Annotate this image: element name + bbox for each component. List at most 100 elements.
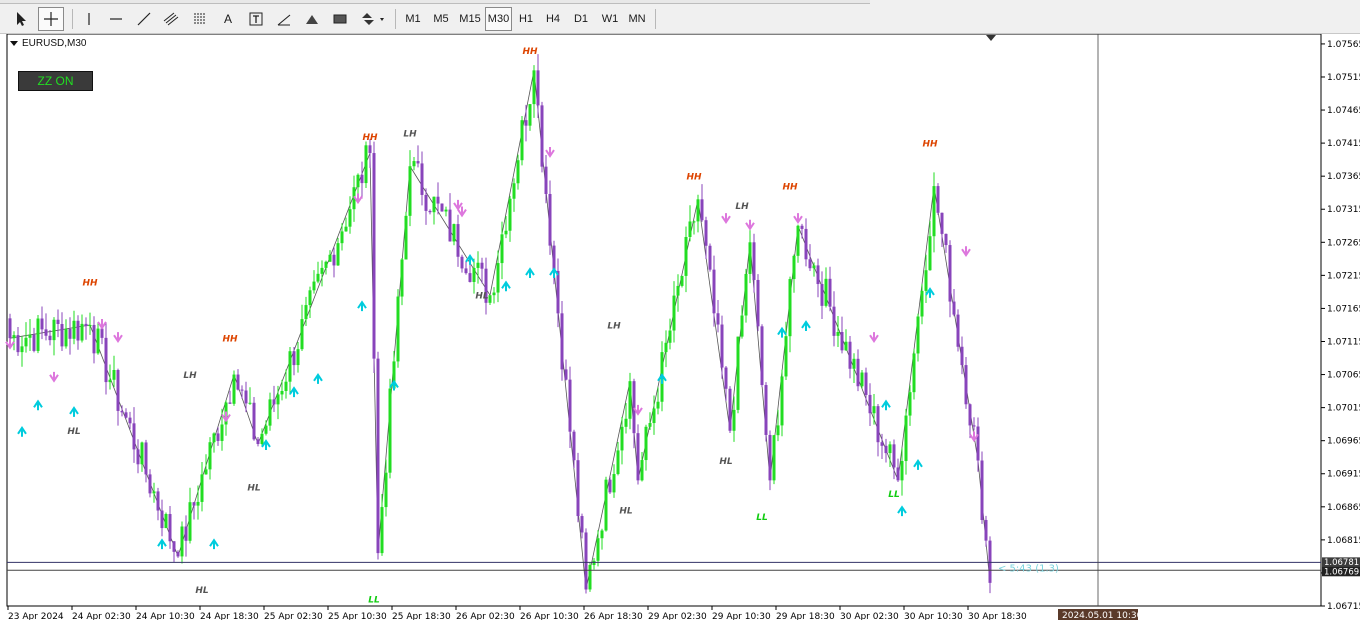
candle-body [188, 502, 192, 541]
timeframe-h4[interactable]: H4 [542, 7, 564, 31]
candle-body [136, 449, 140, 465]
countdown-label: < 5:43 (1.3) [998, 563, 1059, 574]
candle-body [868, 394, 872, 414]
vertical-line-icon[interactable] [78, 7, 100, 31]
y-tick-label: 1.07415 [1327, 139, 1360, 149]
swing-label: LL [888, 490, 900, 500]
timeframe-d1[interactable]: D1 [570, 7, 592, 31]
text-tool-icon[interactable]: A [218, 7, 238, 31]
cursor-arrow-icon[interactable] [10, 7, 32, 31]
x-tick-label: 30 Apr 18:30 [968, 612, 1027, 620]
candle-body [824, 278, 828, 306]
horizontal-line-icon[interactable] [105, 7, 127, 31]
candle-body [368, 145, 372, 154]
candle-body [504, 230, 508, 235]
candle-body [472, 267, 476, 282]
trendline-icon[interactable] [133, 7, 155, 31]
candle-body [104, 337, 108, 383]
candle-body [296, 349, 300, 366]
candle-body [256, 439, 260, 444]
candle-body [152, 491, 156, 494]
candle-body [92, 324, 96, 354]
candle-body [500, 234, 504, 264]
candle-body [928, 236, 932, 271]
angle-line-icon[interactable] [273, 7, 295, 31]
candle-body [424, 194, 428, 211]
candle-body [556, 270, 560, 314]
candle-body [528, 104, 532, 126]
candle-body [672, 295, 676, 331]
candle-body [200, 474, 204, 502]
candle-body [24, 337, 28, 347]
timeframe-h1[interactable]: H1 [515, 7, 537, 31]
candle-body [832, 306, 836, 336]
candle-body [684, 236, 688, 276]
candle-body [20, 346, 24, 353]
candle-body [536, 70, 540, 106]
candle-body [592, 560, 596, 566]
candle-body [252, 402, 256, 440]
candle-body [464, 268, 468, 274]
candle-body [736, 336, 740, 410]
rectangle-icon[interactable] [329, 7, 351, 31]
candle-body [240, 389, 244, 391]
timeframe-m30[interactable]: M30 [485, 7, 512, 31]
timeframe-m1[interactable]: M1 [401, 7, 425, 31]
candle-body [44, 329, 48, 336]
candle-body [828, 278, 832, 307]
candle-body [816, 265, 820, 285]
y-tick-label: 1.07165 [1327, 304, 1360, 314]
candle-body [204, 469, 208, 475]
candle-body [140, 442, 144, 465]
fibonacci-icon[interactable] [189, 7, 213, 31]
candle-body [344, 226, 348, 232]
equidistant-channel-icon[interactable] [160, 7, 184, 31]
timeframe-mn[interactable]: MN [625, 7, 649, 31]
zz-toggle-button[interactable]: ZZ ON [18, 71, 93, 91]
candle-body [792, 255, 796, 280]
candle-body [348, 209, 352, 227]
timeframe-m5[interactable]: M5 [429, 7, 453, 31]
timeframe-w1[interactable]: W1 [598, 7, 622, 31]
candle-body [488, 295, 492, 303]
price-chart[interactable]: HH HL LH HL HH HL HH LL LH HL HH LH HL HH LH HL LL HH LL HH… [0, 34, 1360, 620]
candle-body [944, 233, 948, 246]
y-tick-label: 1.06915 [1327, 470, 1360, 480]
x-tick-label: 29 Apr 10:30 [712, 612, 771, 620]
candle-body [560, 313, 564, 370]
candle-body [60, 324, 64, 347]
candle-body [580, 516, 584, 533]
y-tick-label: 1.07465 [1327, 106, 1360, 116]
arrows-dropdown-icon[interactable] [357, 7, 389, 31]
timeframe-m15[interactable]: M15 [456, 7, 484, 31]
candle-body [552, 245, 556, 271]
candle-body [440, 203, 444, 212]
candle-body [396, 296, 400, 362]
swing-label: HH [922, 139, 938, 149]
candle-body [576, 460, 580, 517]
candle-body [88, 324, 92, 327]
candle-body [932, 186, 936, 237]
candle-body [584, 532, 588, 590]
swing-label: HH [222, 334, 238, 344]
candle-body [648, 423, 652, 427]
candle-body [172, 541, 176, 552]
swing-label: LH [403, 129, 417, 139]
crosshair-icon[interactable] [38, 7, 64, 31]
y-tick-label: 1.07565 [1327, 40, 1360, 50]
candle-body [244, 390, 248, 404]
candle-body [748, 242, 752, 274]
candle-body [880, 442, 884, 446]
candle-body [84, 323, 88, 327]
candle-body [696, 199, 700, 222]
candle-body [308, 290, 312, 306]
candle-body [360, 174, 364, 184]
candle-body [516, 160, 520, 184]
candle-body [716, 313, 720, 325]
candle-body [668, 330, 672, 343]
x-tick-label: 26 Apr 10:30 [520, 612, 579, 620]
chart-canvas[interactable]: HH HL LH HL HH HL HH LL LH HL HH LH HL HH LH HL LL HH LL HH… [0, 34, 1360, 620]
triangle-icon[interactable] [301, 7, 323, 31]
candle-body [228, 402, 232, 404]
text-label-icon[interactable] [245, 7, 267, 31]
